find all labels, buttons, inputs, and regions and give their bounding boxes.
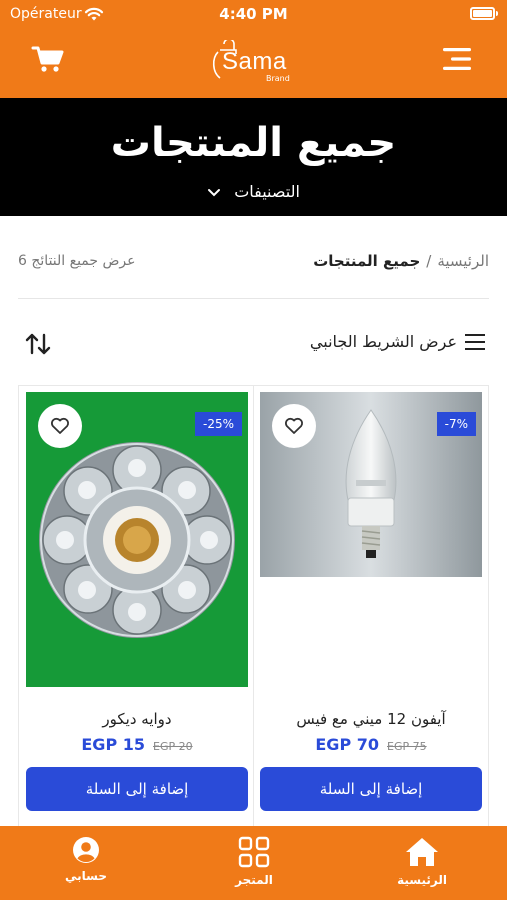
- grid-divider: [253, 385, 254, 855]
- grid-icon: [238, 836, 270, 868]
- status-time: 4:40 PM: [219, 5, 288, 23]
- product-name[interactable]: دوايه ديكور: [26, 710, 248, 728]
- heart-icon: [285, 417, 303, 434]
- menu-icon[interactable]: [441, 44, 473, 74]
- list-icon: [465, 333, 485, 350]
- results-count: عرض جميع النتائج 6: [18, 253, 136, 269]
- home-icon: [406, 838, 438, 866]
- product-card[interactable]: -7% آيفون 12 ميني مع فيس EGP 70 EGP 75 إض…: [260, 392, 482, 811]
- nav-home[interactable]: الرئيسية: [372, 836, 472, 887]
- product-price: EGP 15 EGP 20: [26, 735, 248, 754]
- breadcrumb-separator: /: [426, 252, 432, 270]
- breadcrumb-current: جميع المنتجات: [313, 252, 421, 270]
- product-card[interactable]: -25% دوايه ديكور EGP 15 EGP 20 إضافة إلى …: [26, 392, 248, 811]
- product-image[interactable]: -7%: [260, 392, 482, 577]
- chevron-down-icon: [208, 188, 221, 196]
- nav-store[interactable]: المتجر: [204, 836, 304, 887]
- bottom-navigation: حسابي المتجر الرئيسية: [0, 826, 507, 900]
- page-banner: جميع المنتجات التصنيفات: [0, 98, 507, 216]
- battery-icon: [470, 7, 498, 20]
- add-to-cart-button[interactable]: إضافة إلى السلة: [260, 767, 482, 811]
- current-price: EGP 70: [315, 735, 379, 754]
- divider: [18, 298, 489, 299]
- product-price: EGP 70 EGP 75: [260, 735, 482, 754]
- logo-text: Sama: [222, 48, 287, 75]
- sidebar-toggle-button[interactable]: عرض الشريط الجانبي: [310, 332, 485, 351]
- user-icon: [73, 837, 99, 863]
- categories-label: التصنيفات: [234, 182, 300, 201]
- add-to-cart-button[interactable]: إضافة إلى السلة: [26, 767, 248, 811]
- cart-icon[interactable]: [31, 44, 65, 74]
- discount-badge: -7%: [436, 412, 476, 436]
- categories-dropdown[interactable]: التصنيفات: [0, 182, 507, 201]
- old-price: EGP 75: [387, 740, 427, 753]
- product-image[interactable]: -25%: [26, 392, 248, 687]
- breadcrumb-home[interactable]: الرئيسية: [437, 252, 489, 270]
- wishlist-button[interactable]: [38, 404, 82, 448]
- logo-subtext: Brand: [266, 74, 290, 83]
- status-bar: Opérateur 4:40 PM: [0, 0, 507, 28]
- page-title: جميع المنتجات: [110, 120, 397, 166]
- current-price: EGP 15: [81, 735, 145, 754]
- brand-logo[interactable]: Sama Brand: [208, 40, 298, 84]
- old-price: EGP 20: [153, 740, 193, 753]
- nav-store-label: المتجر: [235, 873, 273, 887]
- nav-account[interactable]: حسابي: [36, 836, 136, 883]
- nav-home-label: الرئيسية: [397, 873, 447, 887]
- heart-icon: [51, 417, 69, 434]
- sort-icon[interactable]: [24, 332, 52, 356]
- product-name[interactable]: آيفون 12 ميني مع فيس: [260, 710, 482, 728]
- wishlist-button[interactable]: [272, 404, 316, 448]
- nav-account-label: حسابي: [64, 869, 107, 883]
- discount-badge: -25%: [194, 412, 242, 436]
- screen: Opérateur 4:40 PM Sama Brand جميع المنتج…: [0, 0, 507, 900]
- app-header: Opérateur 4:40 PM Sama Brand: [0, 0, 507, 98]
- breadcrumb: الرئيسية / جميع المنتجات: [313, 252, 489, 270]
- sidebar-toggle-label: عرض الشريط الجانبي: [309, 332, 457, 351]
